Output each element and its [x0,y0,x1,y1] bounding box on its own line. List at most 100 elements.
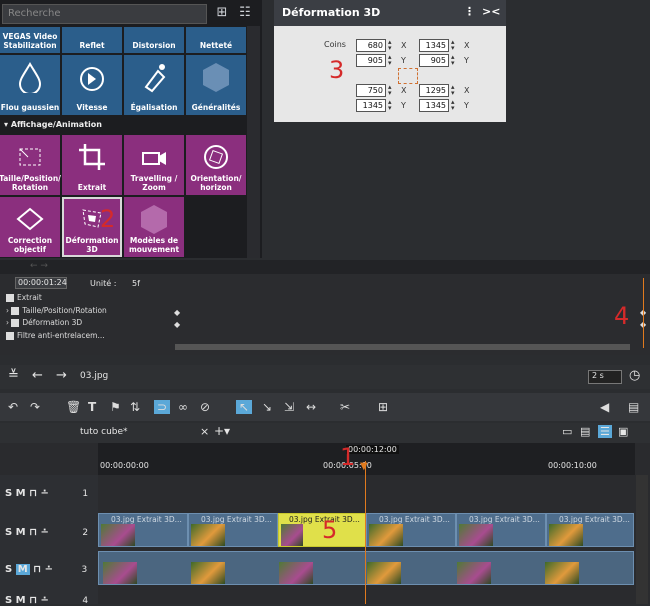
effect-tile-flou[interactable]: Flou gaussien [0,55,60,115]
effect-tile-vitesse[interactable]: Vitesse [62,55,122,115]
drop-icon [18,62,42,93]
effect-tile[interactable]: Netteté [186,27,246,53]
track-header[interactable]: S M ⊓ ∸ 3 [5,564,87,575]
magnet-icon[interactable]: ⊃ [154,400,171,414]
track-header[interactable]: S M ⊓ ∸ 1 [5,488,88,499]
timeline-view-icon[interactable]: ☰ [598,425,612,438]
clip[interactable]: 03.jpg Extrait 3D... [366,513,456,547]
effect-tile[interactable]: Reflet [62,27,122,53]
effect-tile-generalites[interactable]: Généralités [186,55,246,115]
list-view-icon[interactable]: ☷ [236,4,254,22]
track-header[interactable]: S M ⊓ ∸ 2 [5,527,88,538]
keyframe-diamond-icon[interactable]: ◆ [174,320,180,329]
effect-tile-modeles[interactable]: Modèles de mouvement [124,197,184,257]
unlink-icon[interactable]: ⊘ [200,400,210,414]
annotation-1: 1 [340,443,356,471]
flag-icon[interactable]: ⚑ [110,400,121,414]
mixer-icon[interactable]: ▤ [628,400,639,414]
effect-tile-taille[interactable]: Taille/Position/ Rotation [0,135,61,195]
clip-thumbnail [191,562,225,584]
clip-track-3[interactable] [98,551,634,585]
corner-field[interactable]: 905 [419,54,449,67]
corner-field[interactable]: 680 [356,39,386,52]
tab-project[interactable]: tuto cube* [60,425,210,441]
text-icon[interactable]: T [88,400,96,414]
effect-tile-egalisation[interactable]: Égalisation [124,55,184,115]
keyframe-row[interactable]: Filtre anti-entrelacem... [6,331,105,343]
chevron-down-icon[interactable]: ≚ [8,368,19,383]
scissors-icon[interactable]: ✂ [340,400,350,414]
clip-thumbnail [545,562,579,584]
spin-icon[interactable]: ▴ ▾ [388,54,392,67]
effects-scrollbar[interactable] [247,26,260,258]
spin-icon[interactable]: ▴ ▾ [451,54,455,67]
zoom-field[interactable]: 2 s [588,370,622,384]
more-icon[interactable]: ⋮ [464,5,475,18]
keyframe-toolbar: ← → [0,260,650,274]
back-icon[interactable]: ← [32,368,43,383]
keyframe-diamond-icon[interactable]: ◆ [174,308,180,317]
keyframe-row[interactable]: › Taille/Position/Rotation [6,306,107,318]
add-tab-icon[interactable]: +▾ [214,424,230,438]
undo-icon[interactable]: ↶ [8,400,18,414]
clip[interactable]: 03.jpg Extrait 3D... [456,513,546,547]
spin-icon[interactable]: ▴ ▾ [388,84,392,97]
close-icon[interactable]: × [200,425,209,438]
insert-icon[interactable]: ⊞ [378,400,388,414]
section-header[interactable]: ▾ Affichage/Animation [4,120,102,129]
corner-field[interactable]: 1345 [419,99,449,112]
pointer-track-icon[interactable]: ⇲ [284,400,294,414]
clip-thumbnail [191,524,225,546]
corner-field[interactable]: 1295 [419,84,449,97]
hexagon-icon [141,205,167,234]
spin-icon[interactable]: ▴ ▾ [451,99,455,112]
clock-icon[interactable]: ◷ [629,368,640,383]
corner-field[interactable]: 1345 [419,39,449,52]
speaker-icon[interactable]: ◀ [600,400,609,414]
redo-icon[interactable]: ↷ [30,400,40,414]
pointer-multi-icon[interactable]: ↘ [262,400,272,414]
spin-icon[interactable]: ▴ ▾ [451,84,455,97]
stretch-icon[interactable]: ↔ [306,400,316,414]
tracks-scrollbar[interactable] [636,475,648,604]
clip[interactable]: 03.jpg Extrait 3D... [188,513,278,547]
track-header[interactable]: S M ⊓ ∸ 4 [5,595,88,606]
file-label: 03.jpg [80,371,109,381]
corner-field[interactable]: 905 [356,54,386,67]
forward-icon[interactable]: → [56,368,67,383]
annotation-4: 4 [614,302,630,330]
spin-icon[interactable]: ▴ ▾ [451,39,455,52]
spin-icon[interactable]: ▴ ▾ [388,39,392,52]
effect-tile-travelling[interactable]: Travelling / Zoom [124,135,184,195]
split-icon[interactable]: ⇅ [130,400,140,414]
link-icon[interactable]: ∞ [178,400,188,414]
effect-tile[interactable]: VEGAS Video Stabilization [0,27,60,53]
search-input[interactable]: Recherche [2,4,207,24]
clip-thumbnail [281,524,303,546]
rotate-icon [204,145,228,169]
collapse-icon[interactable]: >< [482,5,500,18]
clip[interactable]: 03.jpg Extrait 3D... [546,513,634,547]
view-icon[interactable]: ▭ [562,425,572,438]
camera-view-icon[interactable]: ▣ [618,425,628,438]
delete-icon[interactable]: 🗑 [66,400,81,414]
clip-thumbnail [103,562,137,584]
keyframe-row[interactable]: Extrait [6,293,42,305]
playhead[interactable] [365,461,366,604]
effect-tile[interactable]: Distorsion [124,27,184,53]
clip[interactable]: 03.jpg Extrait 3D... [98,513,188,547]
grid-view-icon[interactable]: ⊞ [213,4,231,22]
spin-icon[interactable]: ▴ ▾ [388,99,392,112]
keyframe-playhead[interactable] [643,278,644,348]
effect-tile-orientation[interactable]: Orientation/ horizon [186,135,246,195]
keyframe-scrollbar[interactable] [175,344,630,350]
keyframe-row[interactable]: › Déformation 3D [6,318,82,330]
view-icon[interactable]: ▤ [580,425,590,438]
effect-tile-extrait[interactable]: Extrait [62,135,122,195]
playhead-marker-icon[interactable]: ▼ [360,461,368,472]
corner-field[interactable]: 750 [356,84,386,97]
effect-tile-correction[interactable]: Correction objectif [0,197,60,257]
time-field[interactable]: 00:00:01:24 [15,277,67,289]
corner-field[interactable]: 1345 [356,99,386,112]
pointer-icon[interactable]: ↖ [236,400,253,414]
